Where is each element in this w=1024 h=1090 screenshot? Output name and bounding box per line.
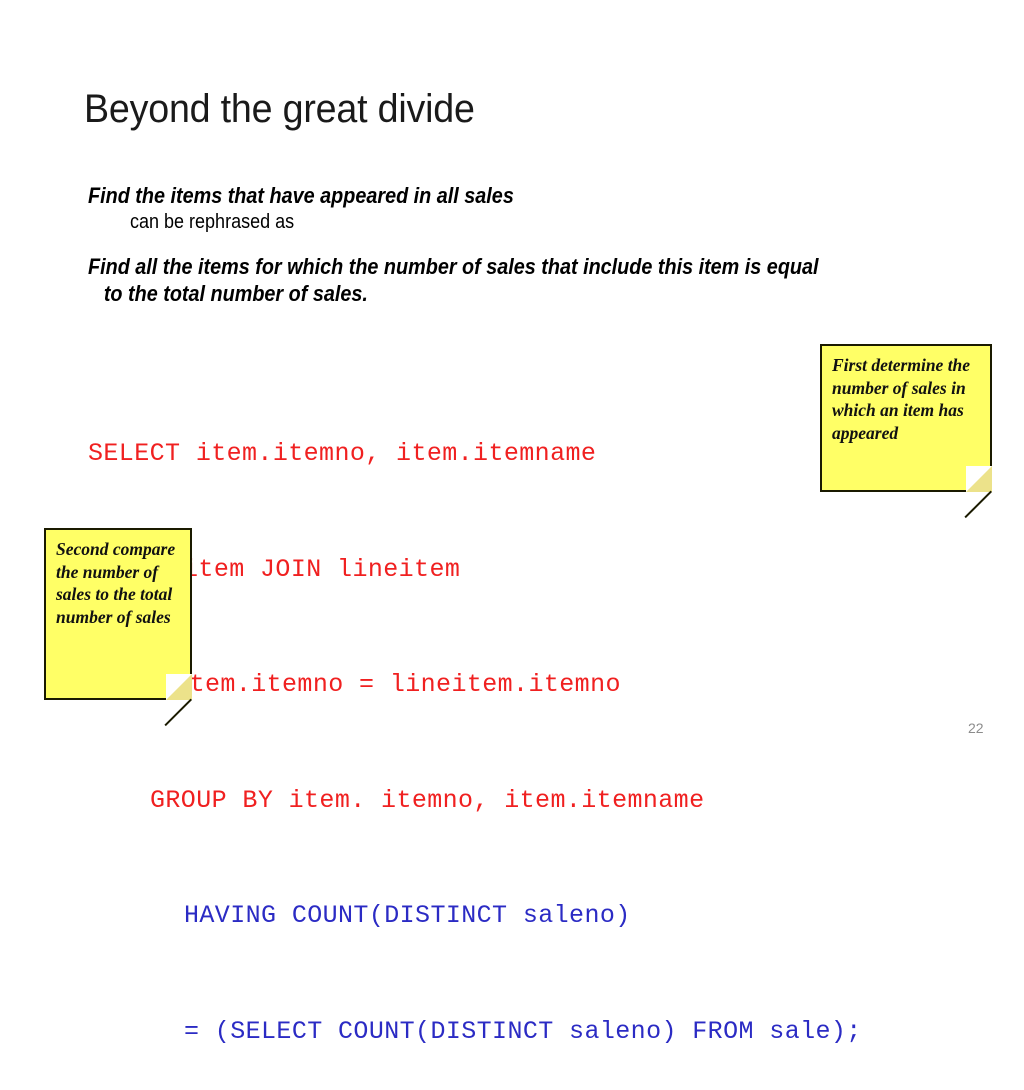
page-number: 22 [968,720,984,736]
statement-rephrased-line2: to the total number of sales. [103,281,368,306]
sql-line-group-by: GROUP BY item. itemno, item.itemname [150,785,705,815]
statement-original: Find the items that have appeared in all… [88,183,514,208]
fold-corner-icon [166,674,192,700]
sql-line-subquery: = (SELECT COUNT(DISTINCT saleno) FROM sa… [184,1016,862,1046]
fold-corner-icon [966,466,992,492]
body-text-block: Find the items that have appeared in all… [88,182,988,307]
statement-rephrased: Find all the items for which the number … [88,253,880,307]
sql-line-from: FROM item JOIN lineitem [106,554,461,584]
sticky-note-first-text: First determine the number of sales in w… [832,355,971,443]
sql-line-having: HAVING COUNT(DISTINCT saleno) [184,901,631,930]
sticky-note-second-text: Second compare the number of sales to th… [56,539,176,627]
sql-line-select: SELECT item.itemno, item.itemname [88,439,597,468]
sql-line-on: ON item.itemno = lineitem.itemno [128,670,621,699]
fold-corner-edge-icon [964,490,992,519]
rephrase-connector: can be rephrased as [130,211,295,233]
sticky-note-second: Second compare the number of sales to th… [44,528,192,727]
statement-rephrased-line1: Find all the items for which the number … [88,254,819,279]
sticky-note-first: First determine the number of sales in w… [820,344,992,519]
sql-code-block: SELECT item.itemno, item.itemname FROM i… [88,358,862,1090]
page-title: Beyond the great divide [84,87,475,131]
